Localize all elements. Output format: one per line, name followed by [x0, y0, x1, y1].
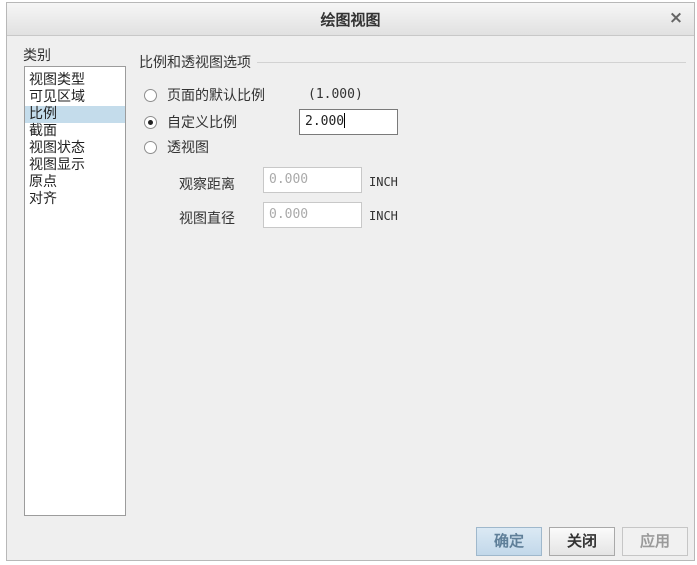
category-item-origin[interactable]: 原点 [25, 174, 125, 191]
drawing-view-dialog: 绘图视图 × 类别 视图类型 可见区域 比例 截面 视图状态 视图显示 原点 对… [6, 2, 695, 561]
close-icon[interactable]: × [666, 7, 686, 29]
category-item-visible-area[interactable]: 可见区域 [25, 89, 125, 106]
dialog-title: 绘图视图 [320, 11, 381, 29]
close-button[interactable]: 关闭 [549, 527, 615, 556]
category-item-view-display[interactable]: 视图显示 [25, 157, 125, 174]
category-item-alignment[interactable]: 对齐 [25, 191, 125, 208]
text-caret [344, 113, 346, 128]
categories-label: 类别 [23, 48, 51, 64]
default-scale-radio[interactable] [144, 88, 157, 102]
custom-scale-option[interactable]: 自定义比例 [144, 112, 237, 132]
default-scale-label: 页面的默认比例 [167, 88, 265, 104]
default-scale-option[interactable]: 页面的默认比例 [144, 85, 265, 105]
view-diameter-input[interactable]: 0.000 [263, 202, 362, 228]
category-item-view-state[interactable]: 视图状态 [25, 140, 125, 157]
category-item-section[interactable]: 截面 [25, 123, 125, 140]
category-item-view-type[interactable]: 视图类型 [25, 72, 125, 89]
custom-scale-input[interactable]: 2.000 [299, 109, 398, 135]
category-list: 视图类型 可见区域 比例 截面 视图状态 视图显示 原点 对齐 [24, 66, 126, 516]
apply-button[interactable]: 应用 [622, 527, 688, 556]
custom-scale-input-text: 2.000 [305, 114, 345, 129]
custom-scale-radio[interactable] [144, 115, 157, 129]
view-diameter-unit: INCH [369, 209, 398, 223]
perspective-radio[interactable] [144, 140, 157, 154]
view-distance-input[interactable]: 0.000 [263, 167, 362, 193]
default-scale-value: (1.000) [308, 87, 363, 102]
ok-button[interactable]: 确定 [476, 527, 542, 556]
title-bar: 绘图视图 × [7, 3, 694, 36]
perspective-label: 透视图 [167, 140, 209, 156]
perspective-option[interactable]: 透视图 [144, 137, 209, 157]
custom-scale-label: 自定义比例 [167, 115, 237, 131]
group-title: 比例和透视图选项 [139, 52, 257, 72]
view-diameter-label: 视图直径 [179, 211, 235, 227]
view-distance-unit: INCH [369, 175, 398, 189]
category-item-scale[interactable]: 比例 [25, 106, 125, 123]
view-distance-label: 观察距离 [179, 177, 235, 193]
